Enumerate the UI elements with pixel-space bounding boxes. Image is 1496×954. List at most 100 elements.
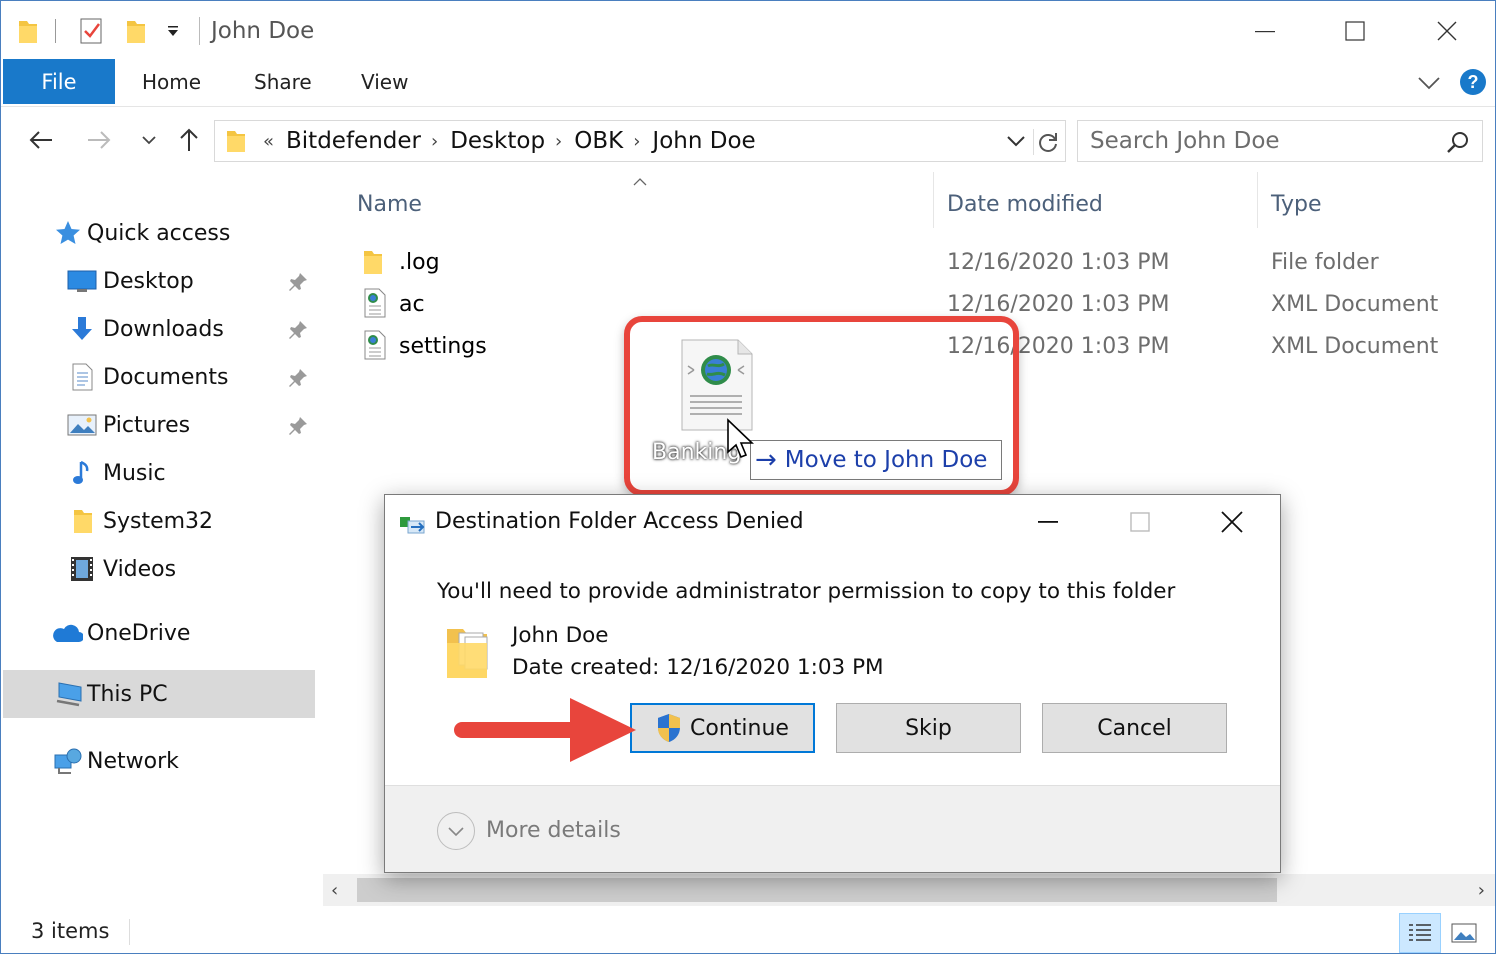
sidebar-item-this-pc[interactable]: This PC [53,672,168,716]
tab-share[interactable]: Share [254,59,312,104]
file-name: .log [399,250,440,275]
music-icon [67,458,97,488]
sidebar-item-network[interactable]: Network [53,739,179,783]
large-icons-view-icon[interactable] [1449,919,1479,947]
scrollbar-thumb[interactable] [357,878,1277,902]
sidebar-item-onedrive[interactable]: OneDrive [49,611,190,655]
column-divider[interactable] [1257,172,1258,228]
file-name: settings [399,334,487,359]
help-icon[interactable]: ? [1459,68,1487,96]
chevron-down-icon [142,136,156,145]
properties-icon[interactable] [79,15,105,47]
close-icon [1221,511,1243,533]
file-type: XML Document [1271,292,1439,317]
sidebar-item-desktop[interactable]: Desktop [67,259,194,303]
address-history-icon[interactable] [1005,131,1027,155]
ribbon: File Home Share View ? [1,59,1495,107]
scroll-left-icon[interactable]: ‹ [331,880,338,901]
expand-ribbon-icon[interactable] [1413,69,1445,97]
pin-icon[interactable] [287,367,309,389]
chevron-right-icon[interactable]: › [431,131,438,152]
column-header-type[interactable]: Type [1271,184,1322,224]
pin-icon[interactable] [287,319,309,341]
sidebar-item-label: Documents [103,364,229,390]
window-title: John Doe [211,18,315,44]
navigation-pane: Quick access Desktop Downloads Documents [1,172,319,912]
onedrive-icon [49,618,83,648]
access-denied-dialog: Destination Folder Access Denied You'll … [384,494,1281,873]
sidebar-item-label: System32 [103,508,214,534]
details-view-icon[interactable] [1399,913,1441,953]
skip-button[interactable]: Skip [836,703,1021,753]
dialog-close-button[interactable] [1217,507,1247,537]
address-bar[interactable]: « Bitdefender › Desktop › OBK › John Doe [214,120,1066,162]
cancel-button[interactable]: Cancel [1042,703,1227,753]
recent-locations-button[interactable] [131,122,167,158]
sidebar-item-downloads[interactable]: Downloads [67,307,224,351]
search-icon [1446,130,1470,160]
documents-icon [67,362,97,392]
folder-icon [443,623,493,685]
videos-icon [67,554,97,584]
maximize-icon [1130,512,1150,532]
breadcrumb-overflow[interactable]: « [263,131,274,152]
maximize-button[interactable] [1325,11,1385,51]
breadcrumb-obk[interactable]: OBK [574,128,623,154]
dialog-title: Destination Folder Access Denied [435,509,804,534]
desktop-icon [67,266,97,296]
continue-button[interactable]: Continue [630,703,815,753]
minimize-button[interactable] [1235,11,1295,51]
breadcrumb-john-doe[interactable]: John Doe [652,128,755,154]
file-date: 12/16/2020 1:03 PM [947,292,1170,317]
expand-details-icon[interactable] [437,812,475,850]
scroll-right-icon[interactable]: › [1478,880,1485,901]
tab-home[interactable]: Home [142,59,201,104]
sidebar-item-system32[interactable]: System32 [67,499,213,543]
new-folder-icon[interactable] [125,15,147,47]
folder-icon [67,506,97,536]
sidebar-item-label: Videos [103,556,177,582]
chevron-right-icon[interactable]: › [555,131,562,152]
sidebar-item-quick-access[interactable]: Quick access [53,211,230,255]
pin-icon[interactable] [287,271,309,293]
annotation-arrow [452,690,642,774]
tab-view[interactable]: View [361,59,408,104]
item-count: 3 items [31,919,110,943]
sidebar-item-documents[interactable]: Documents [67,355,228,399]
column-header-date[interactable]: Date modified [947,184,1103,224]
refresh-icon[interactable] [1033,129,1059,155]
computer-icon [53,679,83,709]
xml-document-icon [361,288,389,324]
navigation-bar: « Bitdefender › Desktop › OBK › John Doe… [1,108,1495,172]
sidebar-item-videos[interactable]: Videos [67,547,176,591]
minimize-icon [1255,31,1275,33]
sidebar-item-pictures[interactable]: Pictures [67,403,190,447]
more-details-link[interactable]: More details [486,818,621,843]
column-divider[interactable] [933,172,934,228]
horizontal-scrollbar[interactable]: ‹ › [323,874,1495,906]
xml-document-icon [361,330,389,366]
pin-icon[interactable] [287,415,309,437]
dialog-folder-date: Date created: 12/16/2020 1:03 PM [512,655,884,680]
star-icon [53,218,83,248]
move-copy-icon [399,513,429,541]
breadcrumb-bitdefender[interactable]: Bitdefender [286,128,421,154]
sidebar-item-music[interactable]: Music [67,451,166,495]
customize-qat-icon[interactable] [165,15,181,47]
tab-file[interactable]: File [3,59,115,104]
breadcrumb-desktop[interactable]: Desktop [450,128,545,154]
up-arrow-icon [180,128,198,151]
downloads-icon [67,314,97,344]
dialog-maximize-button [1125,505,1155,535]
close-button[interactable] [1417,11,1477,51]
list-item[interactable]: .log 12/16/2020 1:03 PM File folder [321,242,1495,284]
forward-button[interactable] [81,122,117,158]
chevron-right-icon[interactable]: › [633,131,640,152]
dialog-minimize-button[interactable] [1033,505,1063,535]
sidebar-item-label: OneDrive [87,620,191,646]
back-button[interactable] [23,122,59,158]
column-header-name[interactable]: Name [357,184,422,224]
search-input[interactable]: Search John Doe [1077,120,1483,162]
up-button[interactable] [171,122,207,158]
search-placeholder: Search John Doe [1090,128,1280,154]
